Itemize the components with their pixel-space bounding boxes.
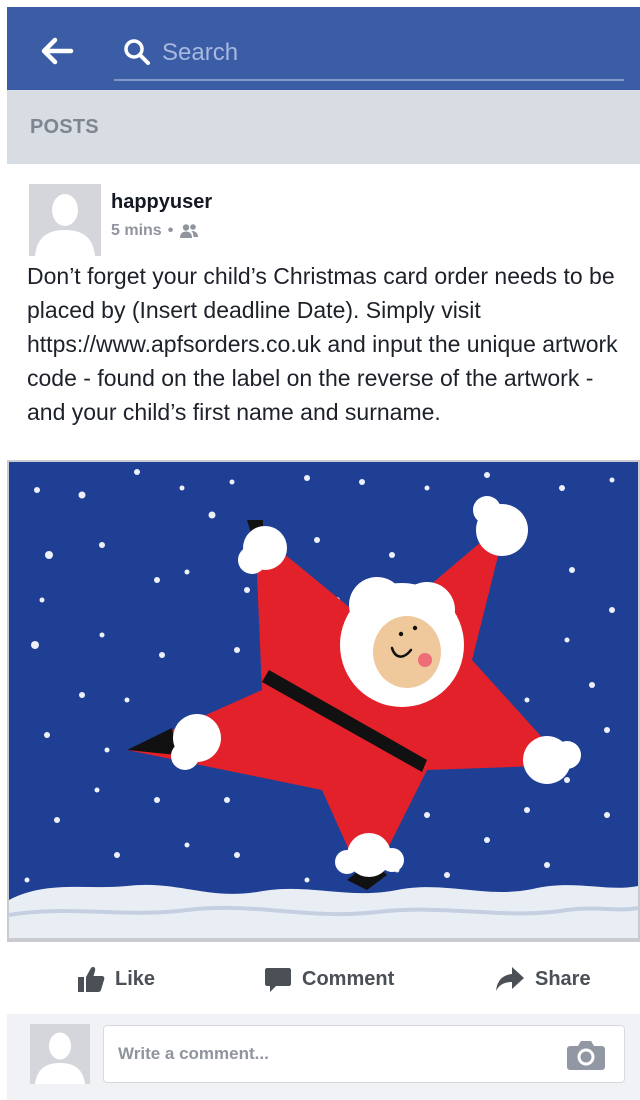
- like-button[interactable]: Like: [77, 944, 155, 1014]
- friends-icon: [180, 224, 199, 238]
- default-avatar-icon: [30, 1024, 90, 1084]
- post-card: happyuser 5 mins • Don’t forget your chi…: [7, 164, 640, 1100]
- like-label: Like: [115, 967, 156, 990]
- search-icon: [124, 39, 150, 65]
- comment-button[interactable]: Comment: [264, 944, 394, 1014]
- post-time[interactable]: 5 mins: [111, 222, 162, 240]
- post-meta: 5 mins •: [111, 222, 199, 240]
- camera-icon: [567, 1041, 605, 1070]
- search-bar[interactable]: [114, 33, 624, 81]
- post-body: Don’t forget your child’s Christmas card…: [27, 263, 618, 425]
- post-author[interactable]: happyuser: [111, 191, 212, 214]
- back-arrow-icon: [41, 37, 74, 65]
- default-avatar-icon: [29, 184, 101, 256]
- search-input[interactable]: [162, 33, 602, 73]
- section-header: POSTS: [7, 90, 640, 164]
- comment-label: Comment: [302, 967, 395, 990]
- top-bar: [7, 7, 640, 90]
- thumbs-up-icon: [78, 967, 105, 992]
- meta-separator: •: [167, 222, 174, 239]
- camera-button[interactable]: [566, 1039, 606, 1071]
- comment-bubble-icon: [265, 968, 291, 992]
- share-arrow-icon: [496, 967, 524, 991]
- avatar: [30, 1024, 90, 1084]
- post-image[interactable]: [7, 460, 640, 942]
- comment-composer: [7, 1014, 640, 1100]
- comment-input[interactable]: [118, 1036, 548, 1072]
- post-actions: Like Comment Share: [7, 944, 640, 1014]
- share-button[interactable]: Share: [495, 944, 591, 1014]
- comment-field[interactable]: [103, 1025, 625, 1083]
- back-button[interactable]: [37, 31, 77, 71]
- avatar[interactable]: [29, 184, 101, 256]
- santa-star-artwork: [8, 462, 639, 938]
- share-label: Share: [535, 967, 591, 990]
- section-title: POSTS: [30, 116, 99, 138]
